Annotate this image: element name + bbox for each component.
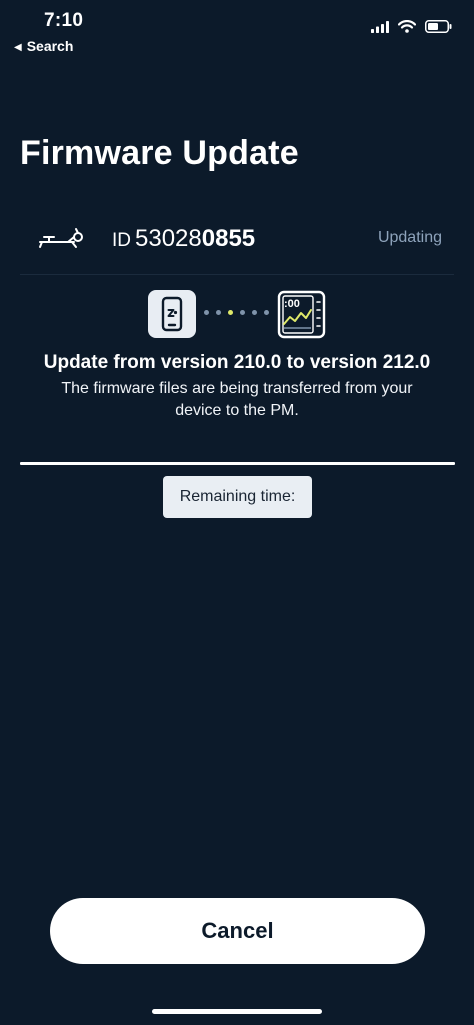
- transfer-dot: [216, 310, 221, 315]
- remaining-time-badge: Remaining time:: [163, 476, 312, 518]
- status-bar: 7:10 ◀ Search: [0, 0, 474, 60]
- device-status-text: Updating: [377, 229, 442, 246]
- monitor-screen-text: :00: [284, 298, 300, 310]
- transfer-dot: [252, 310, 257, 315]
- device-id: ID 530280855: [112, 225, 255, 253]
- signal-icon: [371, 20, 389, 33]
- status-icons: [371, 20, 452, 33]
- rowing-machine-icon: [39, 228, 83, 248]
- transfer-dot: [204, 310, 209, 315]
- device-id-prefix: ID: [112, 230, 131, 251]
- battery-icon: [425, 20, 452, 33]
- wifi-icon: [398, 20, 416, 33]
- update-version-title: Update from version 210.0 to version 212…: [43, 352, 431, 373]
- progress-bar-fill: [20, 462, 455, 465]
- cancel-button[interactable]: Cancel: [50, 898, 425, 964]
- status-time: 7:10: [44, 10, 84, 31]
- update-description: The firmware files are being transferred…: [61, 380, 413, 419]
- page-title: Firmware Update: [20, 134, 299, 172]
- back-arrow-icon: ◀: [14, 42, 22, 53]
- transfer-illustration: :00: [0, 290, 474, 340]
- transfer-dot: [240, 310, 245, 315]
- home-indicator[interactable]: [152, 1009, 322, 1014]
- transfer-dots: [204, 310, 269, 315]
- transfer-dot: [264, 310, 269, 315]
- phone-icon: [148, 290, 196, 338]
- device-id-suffix: 0855: [201, 225, 256, 252]
- back-label: Search: [26, 38, 74, 54]
- transfer-dot-active: [228, 310, 233, 315]
- device-id-number: 53028: [135, 225, 202, 252]
- back-to-search-link[interactable]: ◀ Search: [14, 38, 73, 54]
- progress-bar: [20, 462, 455, 465]
- remaining-time-label: Remaining time:: [179, 488, 296, 505]
- monitor-icon: :00: [277, 290, 326, 339]
- device-row: ID 530280855 Updating: [20, 210, 454, 275]
